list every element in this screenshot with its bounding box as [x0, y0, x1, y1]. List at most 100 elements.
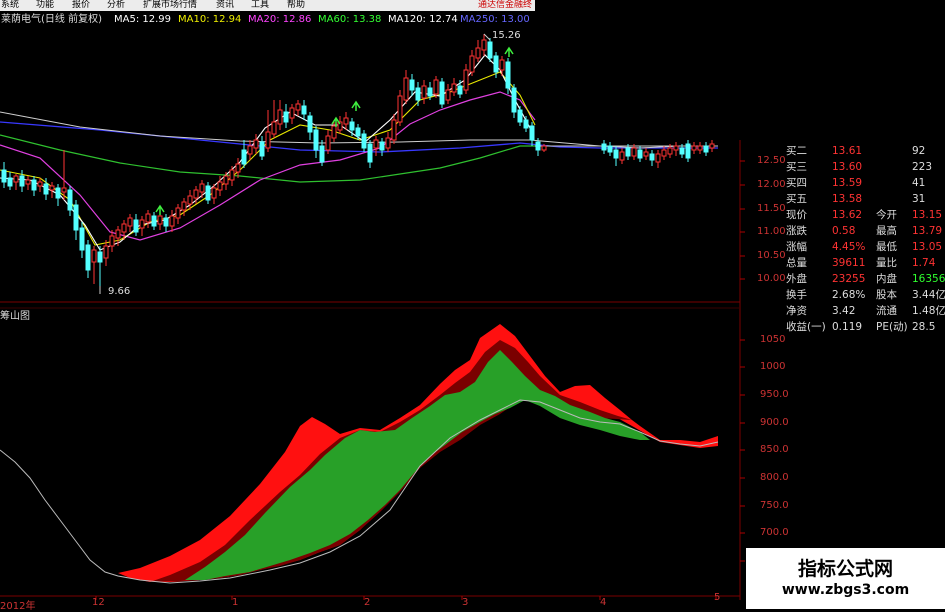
- candle-body: [289, 107, 295, 119]
- candle-body: [325, 135, 331, 151]
- candle-body: [199, 183, 205, 193]
- candle-body: [31, 179, 37, 191]
- indicator-tick-label: 850.0: [760, 444, 789, 455]
- candle-body: [481, 39, 487, 51]
- quote-row: 总量 39611 量比 1.74: [780, 255, 945, 271]
- candle-body: [511, 87, 517, 113]
- date-tick-label: 2012年: [0, 601, 36, 612]
- high-price-label: 15.26: [492, 30, 521, 41]
- quote-label: 总量: [786, 257, 807, 269]
- candle-body: [343, 117, 349, 125]
- ma5-line: [0, 54, 531, 251]
- candle-body: [55, 187, 61, 199]
- candle-body: [13, 175, 19, 183]
- arrow-up-icon: [504, 46, 514, 57]
- candle-body: [253, 139, 259, 149]
- candle-body: [223, 175, 229, 185]
- quote-value-2: 31: [912, 193, 926, 205]
- candle-body: [451, 83, 457, 93]
- candle-body: [535, 141, 541, 151]
- quote-value: 13.62: [832, 209, 863, 221]
- candle-body: [313, 129, 319, 151]
- candle-body: [229, 169, 235, 181]
- quote-value-2: 13.15: [912, 209, 943, 221]
- quote-value-2: 16356: [912, 273, 945, 285]
- arrow-up-icon: [155, 204, 165, 215]
- candle-body: [439, 81, 445, 105]
- quote-label: 买五: [786, 193, 807, 205]
- candle-body: [703, 145, 709, 153]
- candle-body: [697, 145, 703, 151]
- candle-body: [85, 244, 91, 271]
- candle-body: [421, 85, 427, 99]
- quote-value-2: 28.5: [912, 321, 936, 333]
- quote-panel: 买二 13.61 92 买三 13.60 223 买四 13.59 41 买五 13.58 31 现价 1…: [780, 143, 945, 333]
- candle-body: [601, 143, 607, 151]
- indicator-tick-label: 950.0: [760, 389, 789, 400]
- quote-value: 2.68%: [832, 289, 866, 301]
- candle-body: [349, 121, 355, 131]
- candle-body: [643, 151, 649, 157]
- candle-body: [61, 187, 67, 193]
- indicator-tick-label: 1050: [760, 334, 786, 345]
- watermark: 指标公式网 www.zbgs3.com: [746, 548, 945, 609]
- quote-row: 净资 3.42 流通 1.48亿: [780, 303, 945, 319]
- candle-body: [673, 145, 679, 151]
- indicator-tick-label: 750.0: [760, 500, 789, 511]
- quote-value-2: 41: [912, 177, 926, 189]
- date-tick-label: 4: [600, 597, 607, 608]
- high-pointer: [483, 33, 491, 41]
- quote-value-2: 92: [912, 145, 926, 157]
- candle-body: [607, 145, 613, 153]
- candle-body: [331, 125, 337, 139]
- quote-label: 买四: [786, 177, 807, 189]
- date-tick-label: 2: [364, 597, 371, 608]
- candle-body: [367, 143, 373, 163]
- quote-value-2: 1.74: [912, 257, 936, 269]
- candle-body: [361, 133, 367, 149]
- quote-label: 换手: [786, 289, 807, 301]
- quote-value: 13.58: [832, 193, 863, 205]
- candle-body: [379, 141, 385, 151]
- quote-label-2: 流通: [876, 305, 897, 317]
- candle-body: [259, 141, 265, 157]
- candle-body: [445, 89, 451, 101]
- candle-body: [133, 219, 139, 233]
- candle-body: [619, 151, 625, 161]
- quote-value-2: 1.48亿: [912, 305, 945, 317]
- arrow-up-icon: [351, 100, 361, 111]
- candle-body: [637, 149, 643, 159]
- candle-body: [631, 147, 637, 157]
- candle-body: [187, 195, 193, 205]
- quote-label-2: 量比: [876, 257, 897, 269]
- candle-body: [685, 143, 691, 159]
- quote-value-2: 13.05: [912, 241, 943, 253]
- quote-label-2: 今开: [876, 209, 897, 221]
- quote-label: 外盘: [786, 273, 807, 285]
- candle-body: [415, 87, 421, 101]
- date-axis-ticks: [95, 596, 717, 600]
- quote-label-2: PE(动): [876, 321, 908, 333]
- date-tick-label: 12: [92, 597, 105, 608]
- indicator-tick-label: 700.0: [760, 527, 789, 538]
- candle-body: [151, 215, 157, 227]
- candle-body: [355, 127, 361, 137]
- candle-body: [709, 143, 715, 149]
- candle-body: [529, 125, 535, 141]
- candle-body: [403, 77, 409, 101]
- candle-body: [541, 145, 547, 151]
- candle-body: [679, 147, 685, 155]
- candle-body: [505, 61, 511, 89]
- candle-body: [127, 217, 133, 227]
- quote-row: 买三 13.60 223: [780, 159, 945, 175]
- candle-body: [169, 215, 175, 227]
- quote-label: 买三: [786, 161, 807, 173]
- candle-body: [145, 213, 151, 223]
- candle-body: [457, 85, 463, 95]
- candle-body: [217, 181, 223, 191]
- quote-label-2: 股本: [876, 289, 897, 301]
- candle-body: [667, 147, 673, 155]
- quote-row: 外盘 23255 内盘 16356: [780, 271, 945, 287]
- candle-body: [691, 145, 697, 151]
- candle-body: [655, 153, 661, 163]
